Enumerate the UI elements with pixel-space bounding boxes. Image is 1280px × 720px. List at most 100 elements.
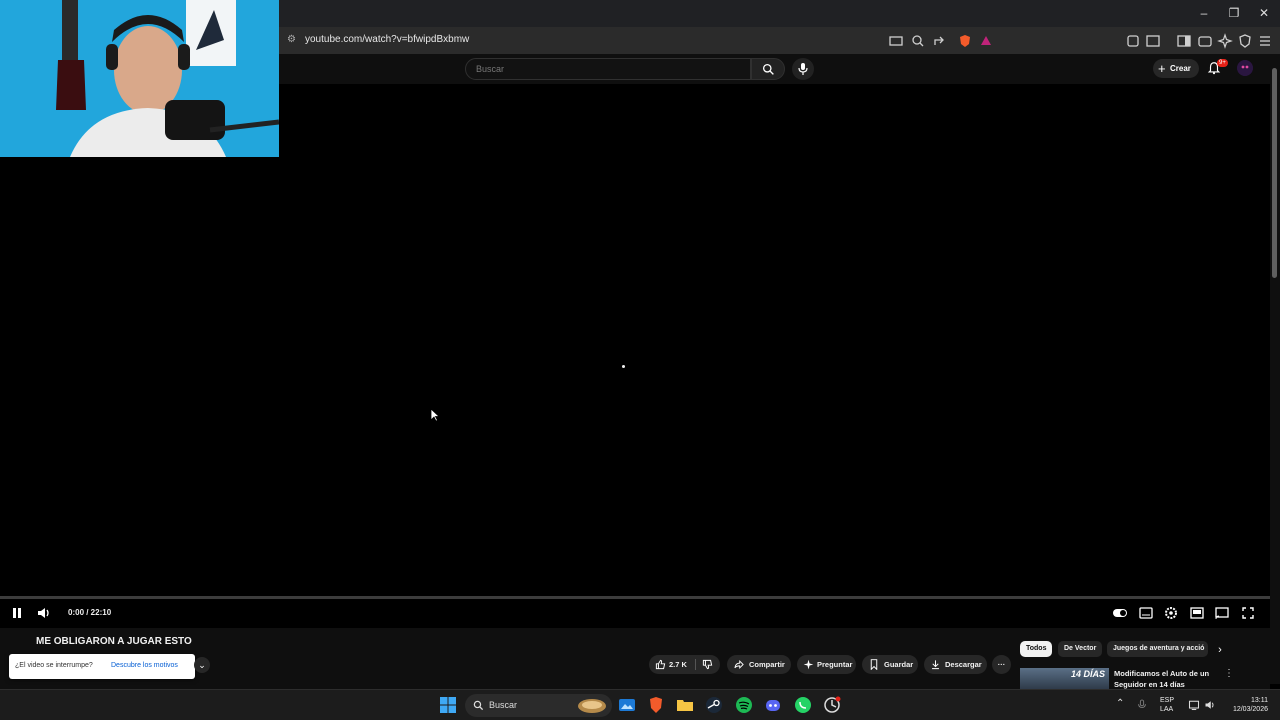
search-placeholder: Buscar	[476, 64, 505, 74]
youtube-masthead: Buscar + Crear 9+	[279, 54, 1280, 84]
search-icon	[762, 63, 774, 75]
photos-app-icon[interactable]	[618, 696, 636, 714]
toast-link[interactable]: Descubre los motivos	[111, 662, 178, 669]
avatar-image	[1237, 60, 1253, 76]
download-icon	[932, 660, 939, 670]
zoom-icon[interactable]	[910, 33, 926, 49]
toast-question: ¿El video se interrumpe?	[15, 662, 93, 669]
steam-icon[interactable]	[705, 696, 723, 714]
create-button[interactable]: + Crear	[1153, 59, 1199, 78]
create-label: Crear	[1170, 64, 1191, 73]
chevron-down-icon[interactable]: ⌄	[194, 657, 210, 673]
search-input[interactable]: Buscar	[465, 58, 751, 80]
taskbar-search[interactable]: Buscar	[465, 694, 612, 717]
share-arrow-icon	[734, 659, 744, 670]
maximize-button[interactable]: ❐	[1224, 6, 1244, 20]
leo-ai-icon[interactable]	[1217, 33, 1233, 49]
save-button[interactable]: Guardar	[862, 655, 918, 674]
clock-time[interactable]: 13:11	[1222, 696, 1268, 705]
close-window-button[interactable]: ✕	[1254, 6, 1274, 20]
windows-start-icon[interactable]	[439, 696, 457, 714]
brave-browser-icon[interactable]	[647, 696, 665, 714]
vpn-icon[interactable]	[1237, 33, 1253, 49]
address-bar[interactable]: ⚙ youtube.com/watch?v=bfwipdBxbmw	[279, 27, 1280, 54]
download-label: Descargar	[945, 660, 982, 669]
keyboard-language[interactable]: ESP	[1160, 696, 1174, 705]
subtitles-icon[interactable]	[1138, 605, 1154, 621]
pause-icon[interactable]	[9, 605, 25, 621]
taskbar-search-label: Buscar	[489, 700, 518, 710]
clock-date[interactable]: 12/03/2026	[1222, 705, 1268, 714]
fullscreen-icon[interactable]	[1240, 605, 1256, 621]
menu-icon[interactable]	[1257, 33, 1273, 49]
extensions-icon[interactable]	[1125, 33, 1141, 49]
sidebar-icon[interactable]	[1176, 33, 1192, 49]
recommended-thumbnail[interactable]: 14 DÍAS	[1020, 668, 1109, 689]
thumbs-down-icon[interactable]	[702, 659, 713, 670]
share-button[interactable]: Compartir	[727, 655, 791, 674]
download-button[interactable]: Descargar	[924, 655, 987, 674]
account-avatar[interactable]	[1237, 60, 1253, 76]
miniplayer-icon[interactable]	[1189, 605, 1205, 621]
cast-icon[interactable]	[1214, 605, 1230, 621]
mouse-cursor-icon	[430, 408, 440, 422]
video-progress-bar[interactable]	[0, 596, 1270, 599]
microphone-tray-icon[interactable]	[1137, 699, 1147, 711]
keyboard-layout[interactable]: LAA	[1160, 705, 1173, 714]
share-icon[interactable]	[932, 33, 948, 49]
network-icon[interactable]	[1188, 699, 1200, 711]
wallet-icon[interactable]	[1197, 33, 1213, 49]
volume-icon[interactable]	[36, 605, 52, 621]
chip-adventure-games[interactable]: Juegos de aventura y acció	[1107, 641, 1208, 657]
autoplay-toggle-icon[interactable]	[1112, 605, 1128, 621]
thumbnail-text: 14 DÍAS	[1070, 669, 1105, 679]
speaker-icon[interactable]	[1204, 699, 1216, 711]
chip-all[interactable]: Todos	[1020, 641, 1053, 657]
discord-icon[interactable]	[764, 696, 782, 714]
chevron-up-icon[interactable]: ⌃	[1116, 698, 1124, 709]
notifications-badge: 9+	[1217, 59, 1228, 67]
minimize-button[interactable]: –	[1194, 6, 1214, 20]
url-text[interactable]: youtube.com/watch?v=bfwipdBxbmw	[305, 34, 469, 45]
whatsapp-icon[interactable]	[794, 696, 812, 714]
brave-rewards-icon[interactable]	[978, 33, 994, 49]
screen: – ❐ ✕ ⚙ youtube.com/watch?v=bfwipdBxbmw …	[0, 0, 1280, 720]
bookmark-icon	[870, 659, 878, 670]
time-display: 0:00 / 22:10	[68, 608, 112, 617]
playback-issue-toast: ¿El video se interrumpe? Descubre los mo…	[9, 654, 195, 679]
app-icon[interactable]	[823, 696, 841, 714]
save-label: Guardar	[884, 660, 914, 669]
chip-channel[interactable]: De Vector	[1058, 641, 1103, 657]
search-button[interactable]	[751, 58, 785, 80]
webcam-overlay	[0, 0, 279, 157]
more-actions-button[interactable]: ···	[992, 655, 1011, 674]
more-horizontal-icon: ···	[997, 660, 1006, 669]
spotify-icon[interactable]	[735, 696, 753, 714]
page-scrollbar[interactable]	[1270, 56, 1280, 684]
watch-metadata: ME OBLIGARON A JUGAR ESTO ¿El video se i…	[0, 628, 1270, 689]
cast-icon[interactable]	[888, 33, 904, 49]
sparkle-icon	[803, 659, 814, 670]
file-explorer-icon[interactable]	[676, 696, 694, 714]
ask-button[interactable]: Preguntar	[797, 655, 856, 674]
taskbar: Buscar ⌃ ESP LAA 13:11 12/03/2026	[0, 689, 1280, 720]
site-info-icon[interactable]: ⚙	[287, 34, 296, 45]
buffering-indicator	[622, 365, 625, 368]
plus-icon: +	[1158, 61, 1166, 76]
thumbs-up-icon[interactable]	[655, 659, 666, 670]
like-divider	[695, 659, 696, 670]
like-count[interactable]: 2.7 K	[669, 655, 687, 674]
like-dislike-group: 2.7 K	[649, 655, 720, 674]
search-highlight-icon	[578, 699, 606, 713]
chevron-right-icon[interactable]: ›	[1213, 643, 1227, 657]
scrollbar-thumb[interactable]	[1272, 68, 1277, 278]
tab-search-icon[interactable]	[1145, 33, 1161, 49]
recommended-title[interactable]: Modificamos el Auto de un Seguidor en 14…	[1114, 668, 1224, 690]
voice-search-button[interactable]	[792, 58, 814, 80]
settings-gear-icon[interactable]	[1163, 605, 1179, 621]
more-vertical-icon[interactable]: ⋮	[1224, 668, 1234, 679]
search-icon	[473, 700, 484, 711]
share-label: Compartir	[749, 660, 785, 669]
brave-shields-icon[interactable]	[957, 33, 973, 49]
video-title: ME OBLIGARON A JUGAR ESTO	[36, 636, 192, 647]
